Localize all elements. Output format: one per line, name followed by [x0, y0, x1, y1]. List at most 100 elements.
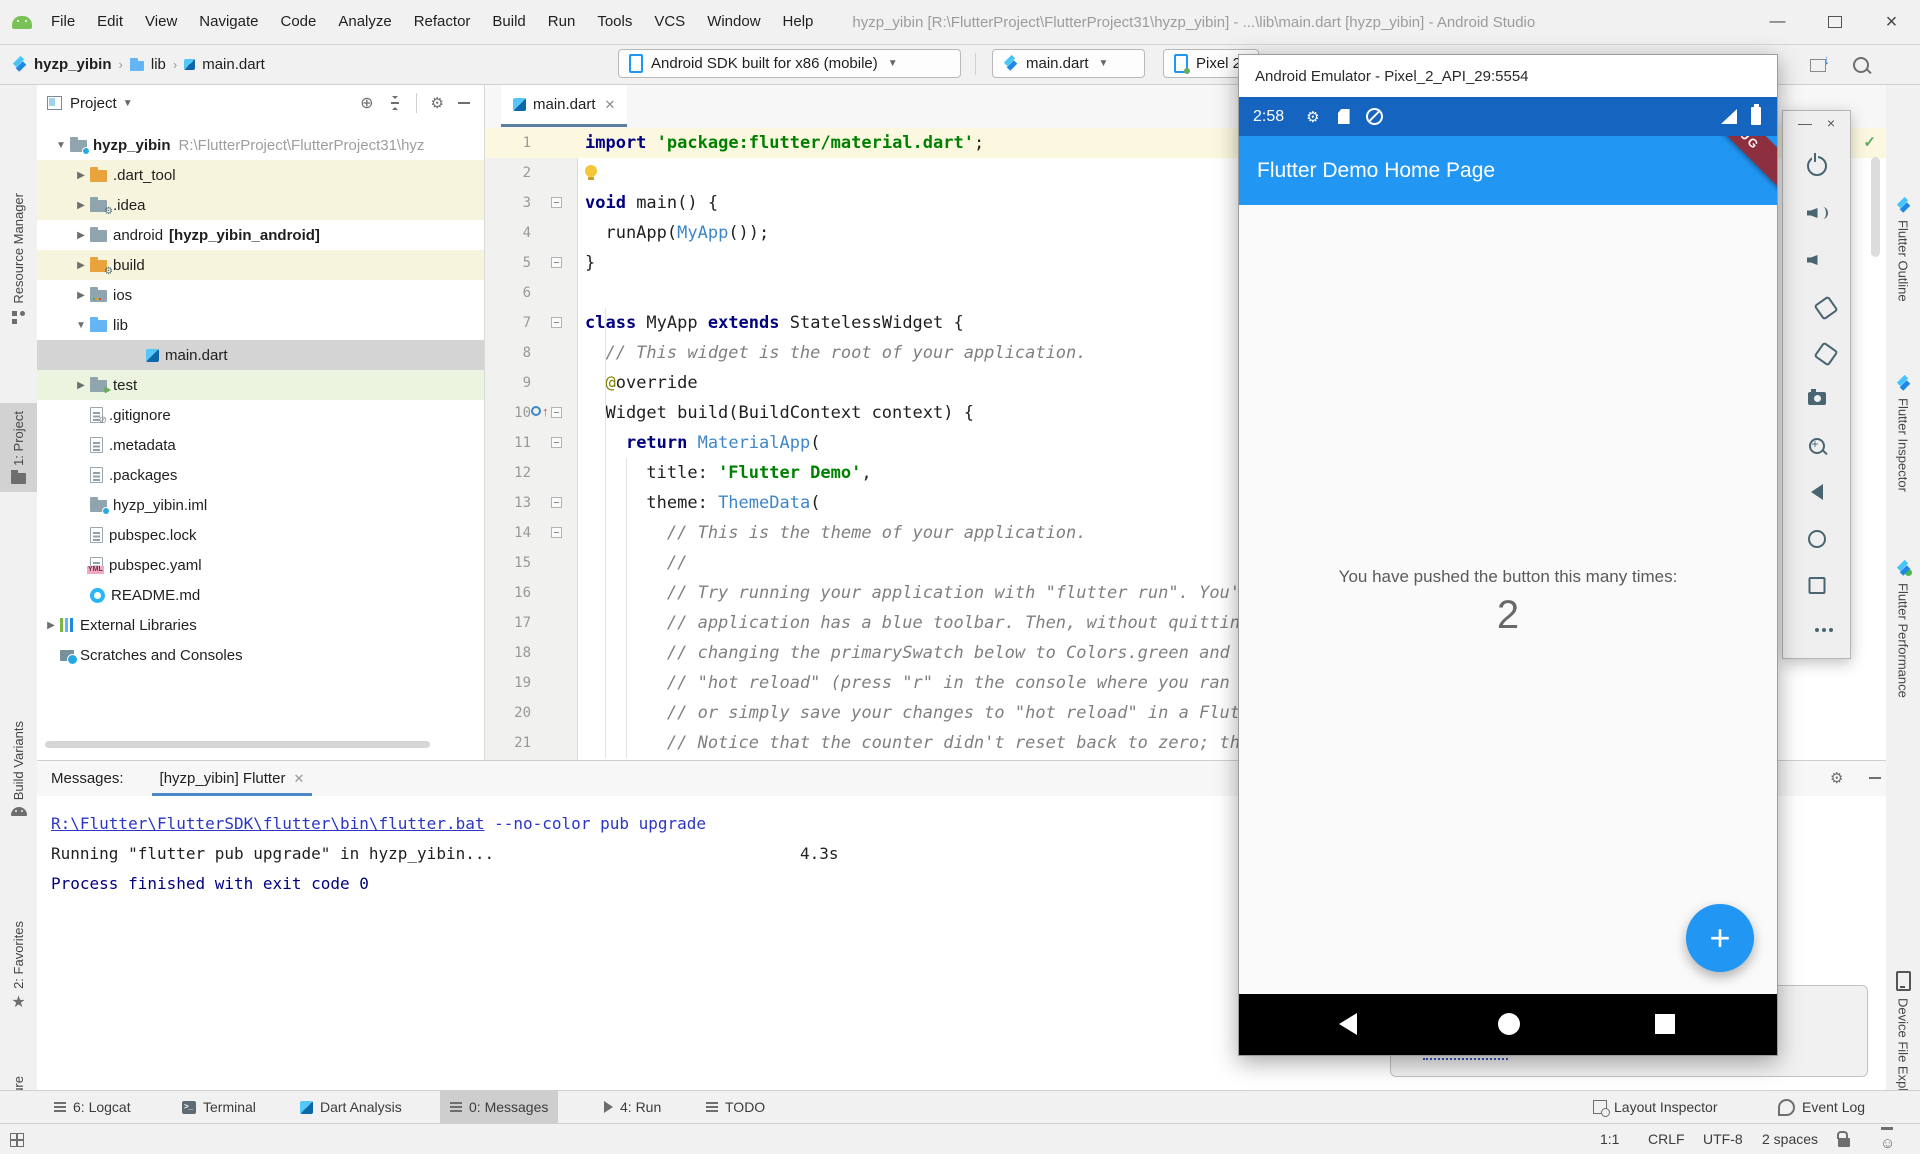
- breadcrumb-project[interactable]: hyzp_yibin: [34, 56, 112, 73]
- tree-row[interactable]: ⊘.gitignore: [37, 400, 484, 430]
- fold-marker-icon[interactable]: [551, 407, 562, 418]
- menu-view[interactable]: View: [134, 0, 188, 44]
- tree-row[interactable]: README.md: [37, 580, 484, 610]
- fold-marker-icon[interactable]: [551, 197, 562, 208]
- menu-build[interactable]: Build: [481, 0, 536, 44]
- more-options-icon[interactable]: [1815, 628, 1819, 632]
- tree-row[interactable]: ▼lib: [37, 310, 484, 340]
- emulator-minimize-button[interactable]: —: [1798, 115, 1812, 131]
- fold-marker-icon[interactable]: [551, 497, 562, 508]
- tree-row[interactable]: .packages: [37, 460, 484, 490]
- hector-inspector-icon[interactable]: ☺: [1880, 1128, 1895, 1154]
- chevron-collapsed-icon[interactable]: ▶: [72, 290, 90, 301]
- power-icon[interactable]: [1807, 156, 1827, 176]
- toolwindow-button-event-log[interactable]: Event Log: [1768, 1091, 1875, 1123]
- menu-analyze[interactable]: Analyze: [327, 0, 402, 44]
- chevron-collapsed-icon[interactable]: ▶: [72, 260, 90, 271]
- sidebar-item-flutter-outline[interactable]: Flutter Outline: [1886, 190, 1920, 310]
- status-1-1[interactable]: 1:1: [1600, 1124, 1619, 1154]
- chevron-expanded-icon[interactable]: ▼: [72, 320, 90, 331]
- minimize-button[interactable]: —: [1749, 0, 1806, 44]
- menu-code[interactable]: Code: [269, 0, 327, 44]
- overriding-method-icon[interactable]: [531, 406, 541, 416]
- menu-edit[interactable]: Edit: [86, 0, 134, 44]
- sidebar-item-flutter-inspector[interactable]: Flutter Inspector: [1886, 368, 1920, 500]
- screenshot-icon[interactable]: [1808, 392, 1826, 405]
- status-crlf[interactable]: CRLF: [1648, 1124, 1685, 1154]
- toolwindow-button-todo[interactable]: TODO: [696, 1091, 775, 1123]
- nav-back-button[interactable]: [1339, 1013, 1357, 1035]
- tree-row[interactable]: hyzp_yibin.iml: [37, 490, 484, 520]
- nav-home-button[interactable]: [1498, 1013, 1520, 1035]
- chevron-expanded-icon[interactable]: ▼: [52, 140, 70, 151]
- toolwindow-button-0-messages[interactable]: 0: Messages: [440, 1091, 558, 1123]
- breadcrumb-file[interactable]: main.dart: [202, 56, 265, 73]
- chevron-collapsed-icon[interactable]: ▶: [42, 620, 60, 631]
- menu-file[interactable]: File: [40, 0, 86, 44]
- status-2-spaces[interactable]: 2 spaces: [1762, 1124, 1818, 1154]
- toolwindow-button-4-run[interactable]: 4: Run: [594, 1091, 671, 1123]
- intention-bulb-icon[interactable]: [585, 165, 597, 177]
- tree-row[interactable]: ▼hyzp_yibinR:\FlutterProject\FlutterProj…: [37, 130, 484, 160]
- chevron-collapsed-icon[interactable]: ▶: [72, 200, 90, 211]
- sidebar-item-1-project[interactable]: 1: Project: [0, 403, 37, 492]
- lock-icon[interactable]: [1838, 1138, 1850, 1147]
- fold-marker-icon[interactable]: [551, 527, 562, 538]
- sidebar-item-resource-manager[interactable]: Resource Manager: [0, 185, 37, 332]
- tree-row[interactable]: Scratches and Consoles: [37, 640, 484, 670]
- tree-row[interactable]: ▶External Libraries: [37, 610, 484, 640]
- sidebar-item-build-variants[interactable]: Build Variants: [0, 713, 37, 824]
- overview-icon[interactable]: [1808, 577, 1825, 594]
- increment-fab[interactable]: +: [1686, 904, 1754, 972]
- locate-file-icon[interactable]: ⊕: [360, 93, 373, 113]
- fold-marker-icon[interactable]: [551, 257, 562, 268]
- hide-panel-icon[interactable]: [458, 102, 470, 104]
- attach-debugger-icon[interactable]: [1810, 59, 1826, 72]
- inspection-ok-icon[interactable]: ✓: [1863, 133, 1876, 151]
- tree-row[interactable]: YMLpubspec.yaml: [37, 550, 484, 580]
- maximize-button[interactable]: [1806, 0, 1863, 44]
- menu-window[interactable]: Window: [696, 0, 771, 44]
- fold-marker-icon[interactable]: [551, 317, 562, 328]
- device-selector[interactable]: Android SDK built for x86 (mobile) ▼: [618, 49, 961, 78]
- hide-panel-icon[interactable]: [1869, 777, 1881, 779]
- horizontal-scrollbar[interactable]: [45, 741, 430, 748]
- tree-row[interactable]: main.dart: [37, 340, 484, 370]
- gear-icon[interactable]: ⚙: [431, 94, 444, 112]
- tree-row[interactable]: ▶ios: [37, 280, 484, 310]
- menu-vcs[interactable]: VCS: [643, 0, 696, 44]
- tree-row[interactable]: pubspec.lock: [37, 520, 484, 550]
- tree-row[interactable]: ▶android[hyzp_yibin_android]: [37, 220, 484, 250]
- home-icon[interactable]: [1808, 530, 1826, 548]
- gear-icon[interactable]: ⚙: [1830, 769, 1843, 787]
- toolwindow-button-6-logcat[interactable]: 6: Logcat: [44, 1091, 141, 1123]
- menu-navigate[interactable]: Navigate: [188, 0, 269, 44]
- tree-row[interactable]: ▶test: [37, 370, 484, 400]
- run-config-selector[interactable]: main.dart ▼: [992, 49, 1145, 78]
- editor-scrollbar[interactable]: [1871, 157, 1880, 257]
- toolwindow-button-terminal[interactable]: Terminal: [172, 1091, 266, 1123]
- tree-row[interactable]: ▶⚙build: [37, 250, 484, 280]
- menu-tools[interactable]: Tools: [586, 0, 643, 44]
- close-tab-icon[interactable]: ✕: [605, 97, 616, 113]
- rotate-right-icon[interactable]: [1813, 341, 1838, 366]
- volume-down-icon[interactable]: [1807, 252, 1827, 268]
- chevron-collapsed-icon[interactable]: ▶: [72, 230, 90, 241]
- breadcrumb-lib[interactable]: lib: [151, 56, 166, 73]
- menu-run[interactable]: Run: [537, 0, 587, 44]
- tree-row[interactable]: .metadata: [37, 430, 484, 460]
- messages-tab-flutter[interactable]: [hyzp_yibin] Flutter ✕: [148, 761, 317, 796]
- rotate-left-icon[interactable]: [1813, 295, 1838, 320]
- tree-row[interactable]: ▶.dart_tool: [37, 160, 484, 190]
- nav-overview-button[interactable]: [1655, 1014, 1675, 1034]
- toolwindow-button-layout-inspector[interactable]: Layout Inspector: [1583, 1091, 1728, 1123]
- editor-tab-main-dart[interactable]: main.dart ✕: [501, 85, 627, 127]
- chevron-collapsed-icon[interactable]: ▶: [72, 170, 90, 181]
- tree-row[interactable]: ▶⚙.idea: [37, 190, 484, 220]
- chevron-collapsed-icon[interactable]: ▶: [72, 380, 90, 391]
- toolwindow-switcher-icon[interactable]: [10, 1124, 24, 1154]
- sidebar-item-flutter-performance[interactable]: Flutter Performance: [1886, 553, 1920, 706]
- console-link[interactable]: R:\Flutter\FlutterSDK\flutter\bin\flutte…: [51, 814, 484, 833]
- menu-help[interactable]: Help: [772, 0, 825, 44]
- close-tab-icon[interactable]: ✕: [293, 771, 304, 787]
